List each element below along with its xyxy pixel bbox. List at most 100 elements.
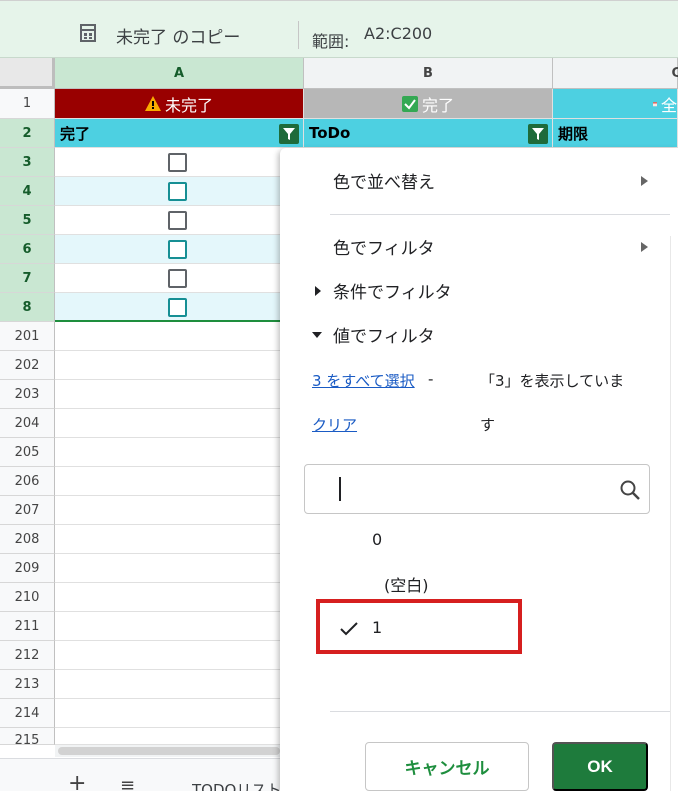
showing-note: 「3」を表示していま	[480, 372, 625, 390]
clear-link[interactable]: クリア	[312, 414, 357, 435]
filter-view-title[interactable]: 未完了 のコピー	[116, 23, 240, 48]
row-header[interactable]: 208	[0, 525, 55, 554]
row-header[interactable]: 209	[0, 554, 55, 583]
cell-a1[interactable]: 未完了	[55, 89, 304, 119]
filter-button-b[interactable]	[528, 124, 548, 144]
row-header[interactable]: 207	[0, 496, 55, 525]
cell-a3[interactable]	[55, 148, 304, 177]
select-all-dash: -	[428, 370, 434, 388]
range-label: 範囲:	[312, 32, 350, 51]
all-sheets-button[interactable]: ≡	[120, 775, 135, 791]
row-header[interactable]: 8	[0, 293, 55, 322]
cell[interactable]	[55, 554, 304, 583]
submenu-arrow-icon	[641, 176, 648, 186]
cell[interactable]	[55, 641, 304, 670]
row-header[interactable]: 203	[0, 380, 55, 409]
cell[interactable]	[55, 496, 304, 525]
cell-c1-text: 全	[660, 95, 677, 115]
select-all-link[interactable]: 3 をすべて選択	[312, 370, 415, 391]
checkbox[interactable]	[168, 240, 187, 259]
cell-b1[interactable]: 完了	[304, 89, 553, 119]
scrollbar-thumb[interactable]	[58, 747, 280, 755]
add-sheet-button[interactable]: +	[68, 773, 86, 791]
row-header[interactable]: 205	[0, 438, 55, 467]
sort-by-color-item[interactable]: 色で並べ替え	[333, 168, 435, 193]
checkbox[interactable]	[168, 153, 187, 172]
divider	[298, 21, 299, 49]
cell[interactable]	[55, 670, 304, 699]
cell[interactable]	[55, 728, 304, 745]
filter-by-condition-item[interactable]: 条件でフィルタ	[333, 278, 452, 303]
filter-view-bar: 未完了 のコピー 範囲: A2:C200	[0, 0, 678, 58]
value-item-0[interactable]: 0	[372, 530, 382, 549]
showing-note-cont: す	[480, 416, 496, 434]
row-header[interactable]: 210	[0, 583, 55, 612]
row-header[interactable]: 1	[0, 89, 55, 119]
checkbox[interactable]	[168, 269, 187, 288]
row-header[interactable]: 213	[0, 670, 55, 699]
value-search-input[interactable]	[304, 464, 650, 514]
cell[interactable]	[55, 438, 304, 467]
cancel-button[interactable]: キャンセル	[365, 742, 529, 791]
row-header[interactable]: 3	[0, 148, 55, 177]
row-header[interactable]: 214	[0, 699, 55, 728]
cell[interactable]	[55, 322, 304, 351]
row-header[interactable]: 201	[0, 322, 55, 351]
select-all-corner[interactable]	[0, 58, 55, 89]
checkbox[interactable]	[168, 182, 187, 201]
checkbox[interactable]	[168, 298, 187, 317]
filter-icon	[283, 128, 295, 140]
cell[interactable]	[55, 612, 304, 641]
ok-button[interactable]: OK	[552, 742, 648, 791]
sheet-tab[interactable]: TODOリスト	[192, 779, 282, 791]
row-header[interactable]: 7	[0, 264, 55, 293]
row-header[interactable]: 212	[0, 641, 55, 670]
cell-a4[interactable]	[55, 177, 304, 206]
filter-by-values-item[interactable]: 値でフィルタ	[333, 322, 435, 347]
cell-b1-text: 完了	[421, 95, 454, 115]
row-header[interactable]: 215	[0, 728, 55, 745]
filter-icon	[532, 128, 544, 140]
cell-c2-text: 期限	[558, 124, 589, 143]
filter-button-a[interactable]	[279, 124, 299, 144]
collapse-icon	[312, 332, 322, 338]
menu-divider	[330, 711, 670, 712]
cell-a6[interactable]	[55, 235, 304, 264]
value-item-blank[interactable]: (空白)	[384, 572, 429, 596]
filter-menu-panel: 色で並べ替え 色でフィルタ 条件でフィルタ 値でフィルタ 3 をすべて選択 - …	[280, 148, 678, 791]
row-header[interactable]: 206	[0, 467, 55, 496]
cell[interactable]	[55, 467, 304, 496]
column-header-c[interactable]: C	[553, 58, 678, 89]
cell[interactable]	[55, 409, 304, 438]
cell-c1[interactable]: 全	[553, 89, 678, 119]
cell-a2-text: 完了	[60, 124, 91, 143]
cell-a2[interactable]: 完了	[55, 119, 304, 148]
cell[interactable]	[55, 583, 304, 612]
column-header-b[interactable]: B	[304, 58, 553, 89]
checkbox[interactable]	[168, 211, 187, 230]
row-header[interactable]: 4	[0, 177, 55, 206]
row-header[interactable]: 2	[0, 119, 55, 148]
range-value[interactable]: A2:C200	[364, 24, 432, 43]
row-header[interactable]: 204	[0, 409, 55, 438]
column-header-c-label: C	[671, 65, 678, 81]
cell-c2[interactable]: 期限	[553, 119, 678, 148]
value-item-1[interactable]: 1	[372, 618, 382, 637]
cell[interactable]	[55, 525, 304, 554]
row-header[interactable]: 211	[0, 612, 55, 641]
cell-b2[interactable]: ToDo	[304, 119, 553, 148]
panel-scrollbar[interactable]	[670, 236, 678, 791]
row-header[interactable]: 5	[0, 206, 55, 235]
cell[interactable]	[55, 351, 304, 380]
cell-a5[interactable]	[55, 206, 304, 235]
cell-a8[interactable]	[55, 293, 304, 322]
menu-divider	[330, 214, 670, 215]
cell[interactable]	[55, 380, 304, 409]
cell-a7[interactable]	[55, 264, 304, 293]
cell[interactable]	[55, 699, 304, 728]
row-header[interactable]: 202	[0, 351, 55, 380]
column-header-a[interactable]: A	[55, 58, 304, 89]
row-header[interactable]: 6	[0, 235, 55, 264]
horizontal-scrollbar[interactable]	[55, 745, 285, 757]
filter-by-color-item[interactable]: 色でフィルタ	[333, 234, 435, 259]
